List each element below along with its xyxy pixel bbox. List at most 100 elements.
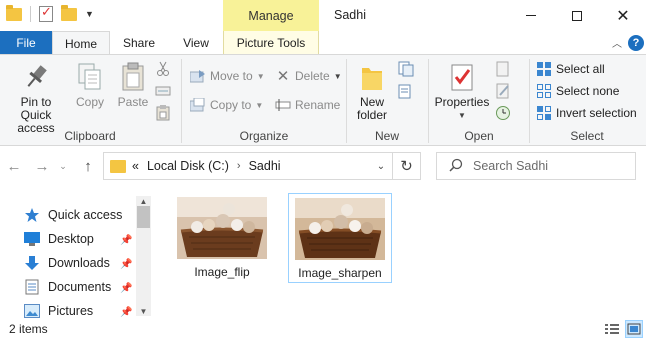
chevron-down-icon: ▼ xyxy=(256,71,265,81)
up-button[interactable]: ↑ xyxy=(78,156,98,176)
invert-selection-button[interactable]: Invert selection xyxy=(536,103,637,123)
chevron-up-icon[interactable]: ︿ xyxy=(612,35,622,50)
refresh-button[interactable]: ↻ xyxy=(393,152,421,180)
scrollbar-thumb[interactable] xyxy=(137,206,150,228)
close-button[interactable]: ✕ xyxy=(600,0,646,31)
breadcrumb-local-disk[interactable]: Local Disk (C:) xyxy=(147,159,229,173)
copy-to-button[interactable]: Copy to ▼ xyxy=(190,95,263,115)
minimize-button[interactable] xyxy=(508,0,554,31)
nav-item-label: Pictures xyxy=(48,304,94,318)
pin-to-quick-access-button[interactable]: Pin to Quick access xyxy=(4,61,68,135)
image-thumbnail xyxy=(177,197,267,259)
chevron-down-icon[interactable]: ▼ xyxy=(136,306,151,316)
chevron-up-icon[interactable]: ▲ xyxy=(136,196,151,206)
properties-icon xyxy=(446,61,478,93)
move-to-label: Move to xyxy=(210,69,253,83)
new-folder-icon xyxy=(356,61,388,93)
folder-icon[interactable] xyxy=(6,4,22,21)
ribbon: Pin to Quick access Copy Paste Clipboard… xyxy=(0,54,646,146)
tab-home[interactable]: Home xyxy=(52,31,110,55)
delete-button[interactable]: ✕ Delete ▼ xyxy=(275,66,342,86)
file-name: Image_flip xyxy=(194,265,250,279)
edit-icon[interactable] xyxy=(495,83,511,99)
copy-to-label: Copy to xyxy=(210,98,252,112)
address-row: ← → ⌄ ↑ « Local Disk (C:) › Sadhi ⌄ ↻ xyxy=(0,147,646,185)
copy-path-icon[interactable] xyxy=(155,83,171,99)
paste-label: Paste xyxy=(117,95,149,109)
tab-share[interactable]: Share xyxy=(110,31,168,55)
paste-shortcut-icon[interactable] xyxy=(155,105,171,121)
arrow-up-icon: ↑ xyxy=(84,157,92,175)
properties-label: Properties xyxy=(434,95,490,109)
recent-locations-button[interactable]: ⌄ xyxy=(56,156,70,176)
paste-button[interactable]: Paste xyxy=(114,61,152,109)
nav-item-desktop[interactable]: Desktop xyxy=(24,228,94,250)
breadcrumb-sadhi[interactable]: Sadhi xyxy=(249,159,281,173)
new-folder-button[interactable]: New folder xyxy=(352,61,392,122)
invert-selection-icon xyxy=(536,105,552,121)
pin-icon[interactable]: 📌 xyxy=(120,235,132,246)
search-input[interactable] xyxy=(473,159,623,173)
copy-to-icon xyxy=(190,97,206,113)
rename-button[interactable]: Rename xyxy=(275,95,340,115)
details-view-button[interactable] xyxy=(603,320,621,338)
history-icon[interactable] xyxy=(495,105,511,121)
back-button[interactable]: ← xyxy=(4,156,24,176)
tab-picture-tools[interactable]: Picture Tools xyxy=(223,31,319,55)
nav-item-quick-access[interactable]: Quick access xyxy=(24,204,122,226)
search-box[interactable] xyxy=(436,152,636,180)
delete-label: Delete xyxy=(295,69,330,83)
pin-icon[interactable]: 📌 xyxy=(120,283,132,294)
delete-icon: ✕ xyxy=(276,68,290,85)
forward-button[interactable]: → xyxy=(32,156,52,176)
nav-item-label: Desktop xyxy=(48,232,94,246)
nav-scrollbar[interactable]: ▲ ▼ xyxy=(136,196,151,316)
chevron-down-icon: ⌄ xyxy=(59,160,67,171)
documents-icon xyxy=(24,279,40,295)
nav-item-documents[interactable]: Documents xyxy=(24,276,111,298)
pin-icon[interactable]: 📌 xyxy=(120,307,132,318)
new-folder-label: New folder xyxy=(356,95,388,122)
help-button[interactable]: ? xyxy=(628,35,644,51)
nav-item-label: Documents xyxy=(48,280,112,294)
select-none-button[interactable]: Select none xyxy=(536,81,619,101)
refresh-icon: ↻ xyxy=(400,158,413,175)
pin-icon[interactable]: 📌 xyxy=(120,259,132,270)
open-icon[interactable] xyxy=(495,61,511,77)
select-all-button[interactable]: Select all xyxy=(536,59,605,79)
file-item-image-flip[interactable]: Image_flip xyxy=(170,193,274,283)
properties-button[interactable]: Properties ▼ xyxy=(434,61,490,122)
manage-context-tab[interactable]: Manage xyxy=(223,0,319,31)
open-group-label: Open xyxy=(464,129,494,143)
search-icon xyxy=(449,158,463,175)
new-folder-icon[interactable] xyxy=(61,4,77,21)
select-none-label: Select none xyxy=(556,84,620,98)
properties-icon[interactable] xyxy=(39,4,53,22)
tab-view[interactable]: View xyxy=(168,31,224,55)
easy-access-icon[interactable] xyxy=(398,83,414,99)
item-count: 2 items xyxy=(9,322,48,336)
address-bar[interactable]: « Local Disk (C:) › Sadhi xyxy=(103,152,393,180)
clipboard-group-label: Clipboard xyxy=(64,129,116,143)
tab-file[interactable]: File xyxy=(0,31,52,55)
invert-selection-label: Invert selection xyxy=(556,106,637,120)
new-item-icon[interactable] xyxy=(398,61,414,77)
select-none-icon xyxy=(536,83,552,99)
title-bar: ▼ Manage Sadhi ✕ xyxy=(0,0,646,31)
chevron-down-icon: ⌄ xyxy=(376,160,386,172)
chevron-right-icon[interactable]: › xyxy=(237,160,241,172)
select-all-icon xyxy=(536,61,552,77)
address-history-dropdown[interactable]: ⌄ xyxy=(370,152,392,180)
paste-icon xyxy=(117,61,149,93)
cut-icon[interactable] xyxy=(155,61,171,77)
copy-button[interactable]: Copy xyxy=(72,61,108,109)
nav-item-downloads[interactable]: Downloads xyxy=(24,252,110,274)
breadcrumb-overflow[interactable]: « xyxy=(132,159,139,173)
large-icons-view-button[interactable] xyxy=(625,320,643,338)
download-icon xyxy=(24,255,40,271)
maximize-button[interactable] xyxy=(554,0,600,31)
rename-label: Rename xyxy=(295,98,341,112)
move-to-button[interactable]: Move to ▼ xyxy=(190,66,265,86)
customize-toolbar-dropdown-icon[interactable]: ▼ xyxy=(85,9,94,19)
file-item-image-sharpen[interactable]: Image_sharpen xyxy=(288,193,392,283)
